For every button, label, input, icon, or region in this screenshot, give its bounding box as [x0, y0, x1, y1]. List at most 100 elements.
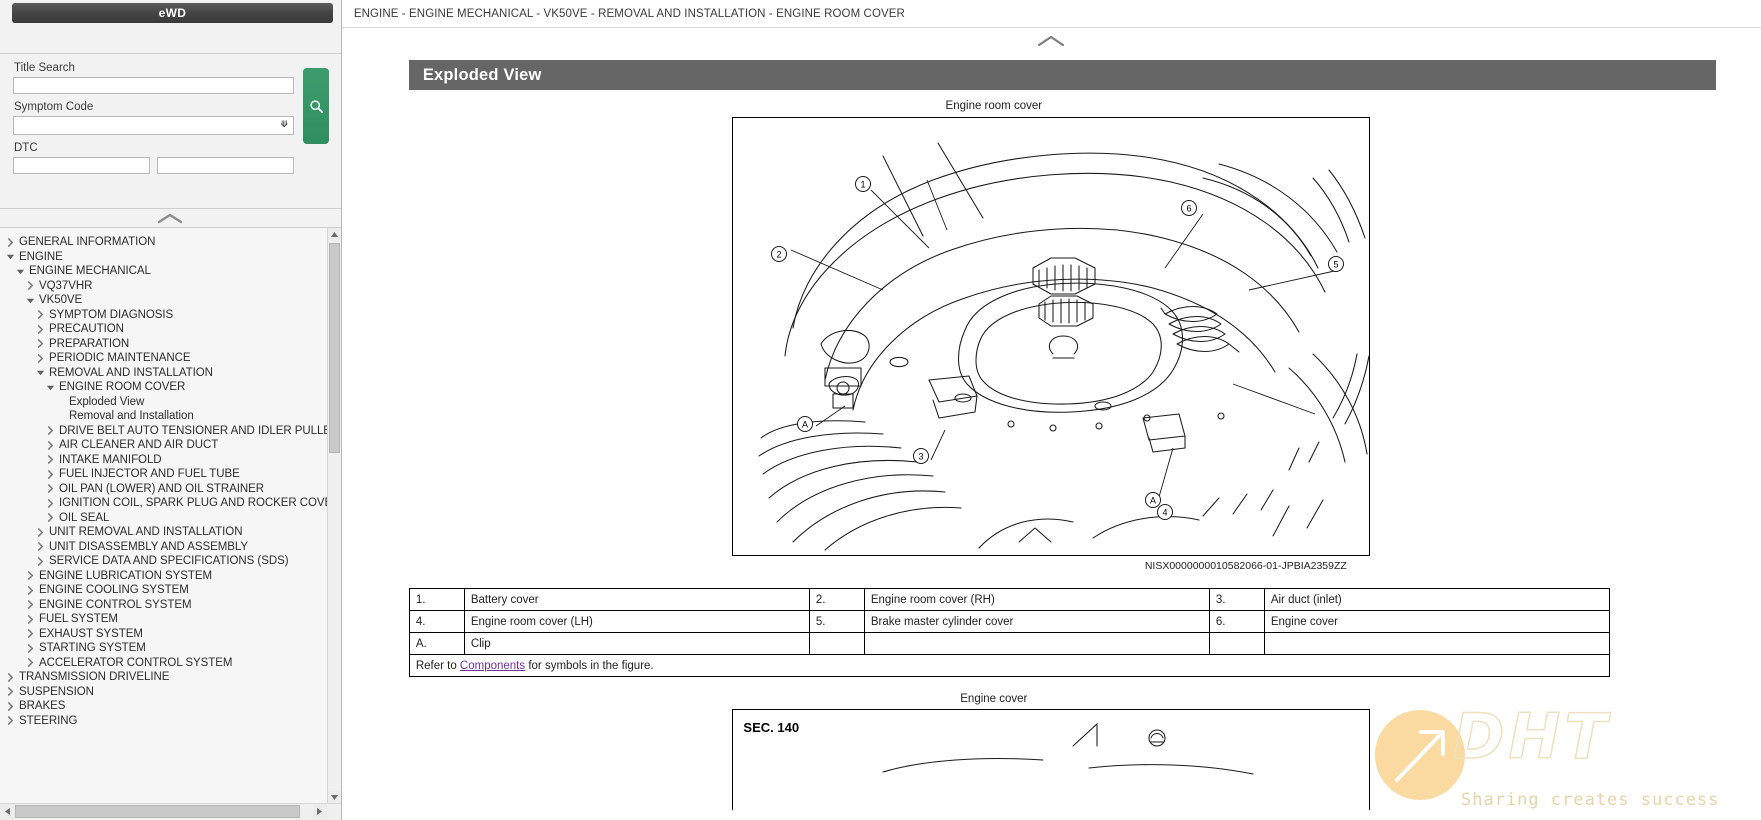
tree-item-removal-and-installation[interactable]: REMOVAL AND INSTALLATION	[0, 366, 327, 381]
chevron-right-icon[interactable]	[24, 585, 37, 595]
chevron-right-icon[interactable]	[4, 237, 17, 247]
collapse-search-button[interactable]	[0, 209, 341, 228]
chevron-right-icon[interactable]	[44, 440, 57, 450]
note-prefix: Refer to	[415, 659, 460, 672]
chevron-right-icon[interactable]	[4, 687, 17, 697]
caret-down-icon[interactable]	[44, 383, 57, 392]
tree-item-service-data-and-specifications-sds[interactable]: SERVICE DATA AND SPECIFICATIONS (SDS)	[0, 554, 327, 569]
tree-item-steering[interactable]: STEERING	[0, 714, 327, 729]
chevron-right-icon[interactable]	[34, 310, 47, 320]
caret-down-icon[interactable]	[4, 252, 17, 261]
chevron-right-icon[interactable]	[44, 498, 57, 508]
chevron-right-icon[interactable]	[44, 484, 57, 494]
caret-down-icon[interactable]	[34, 368, 47, 377]
chevron-right-icon[interactable]	[44, 469, 57, 479]
figure-code: NISX0000000010582066-01-JPBIA2359ZZ	[1144, 560, 1347, 572]
tree-item-engine-control-system[interactable]: ENGINE CONTROL SYSTEM	[0, 598, 327, 613]
part-name-cell	[863, 632, 1210, 655]
collapse-content-button[interactable]	[342, 28, 1761, 54]
tree-item-periodic-maintenance[interactable]: PERIODIC MAINTENANCE	[0, 351, 327, 366]
chevron-right-icon[interactable]	[34, 556, 47, 566]
tree-scroll-thumb[interactable]	[328, 243, 340, 453]
tree-item-removal-and-installation[interactable]: Removal and Installation	[0, 409, 327, 424]
tree-item-vk50ve[interactable]: VK50VE	[0, 293, 327, 308]
tree-item-exhaust-system[interactable]: EXHAUST SYSTEM	[0, 627, 327, 642]
tree-item-unit-removal-and-installation[interactable]: UNIT REMOVAL AND INSTALLATION	[0, 525, 327, 540]
tree-vertical-scrollbar[interactable]	[326, 228, 341, 804]
tree-item-unit-disassembly-and-assembly[interactable]: UNIT DISASSEMBLY AND ASSEMBLY	[0, 540, 327, 555]
chevron-right-icon[interactable]	[24, 658, 37, 668]
tree-item-exploded-view[interactable]: Exploded View	[0, 395, 327, 410]
chevron-right-icon[interactable]	[34, 339, 47, 349]
chevron-right-icon[interactable]	[34, 542, 47, 552]
chevron-right-icon[interactable]	[4, 701, 17, 711]
chevron-right-icon[interactable]	[24, 614, 37, 624]
chevron-right-icon[interactable]	[24, 600, 37, 610]
tree-item-label: EXHAUST SYSTEM	[39, 627, 143, 640]
scrollbar-corner	[327, 804, 341, 820]
navigation-tree[interactable]: GENERAL INFORMATION ENGINE ENGINE MECHANIC…	[0, 235, 327, 804]
part-name-cell: Engine room cover (RH)	[863, 588, 1210, 611]
chevron-right-icon[interactable]	[4, 716, 17, 726]
tree-item-vq37vhr[interactable]: VQ37VHR	[0, 279, 327, 294]
caret-down-icon[interactable]	[24, 296, 37, 305]
chevron-right-icon[interactable]	[24, 571, 37, 581]
tree-item-oil-seal[interactable]: OIL SEAL	[0, 511, 327, 526]
tree-item-precaution[interactable]: PRECAUTION	[0, 322, 327, 337]
tree-item-air-cleaner-and-air-duct[interactable]: AIR CLEANER AND AIR DUCT	[0, 438, 327, 453]
tree-item-engine-room-cover[interactable]: ENGINE ROOM COVER	[0, 380, 327, 395]
tree-item-intake-manifold[interactable]: INTAKE MANIFOLD	[0, 453, 327, 468]
dtc-input-2[interactable]	[157, 157, 294, 174]
search-button[interactable]	[303, 68, 329, 144]
ewd-title-bar[interactable]: eWD	[12, 3, 333, 23]
tree-item-engine-lubrication-system[interactable]: ENGINE LUBRICATION SYSTEM	[0, 569, 327, 584]
svg-text:2: 2	[777, 250, 782, 260]
chevron-right-icon[interactable]	[44, 513, 57, 523]
symptom-code-select[interactable]	[13, 116, 294, 135]
tree-item-fuel-injector-and-fuel-tube[interactable]: FUEL INJECTOR AND FUEL TUBE	[0, 467, 327, 482]
chevron-right-icon[interactable]	[24, 629, 37, 639]
tree-item-drive-belt-auto-tensioner-and-idler-pulle[interactable]: DRIVE BELT AUTO TENSIONER AND IDLER PULL…	[0, 424, 327, 439]
tree-item-symptom-diagnosis[interactable]: SYMPTOM DIAGNOSIS	[0, 308, 327, 323]
tree-item-engine-cooling-system[interactable]: ENGINE COOLING SYSTEM	[0, 583, 327, 598]
chevron-right-icon[interactable]	[34, 353, 47, 363]
chevron-right-icon[interactable]	[4, 672, 17, 682]
tree-item-label: SERVICE DATA AND SPECIFICATIONS (SDS)	[49, 555, 289, 568]
chevron-right-icon[interactable]	[24, 643, 37, 653]
tree-item-preparation[interactable]: PREPARATION	[0, 337, 327, 352]
title-search-input[interactable]	[13, 77, 294, 94]
scroll-up-button[interactable]	[327, 228, 341, 241]
tree-item-label: ENGINE ROOM COVER	[59, 381, 186, 394]
tree-item-general-information[interactable]: GENERAL INFORMATION	[0, 235, 327, 250]
document-body: Exploded View Engine room cover 1 2 3 4 …	[342, 60, 1761, 810]
tree-item-accelerator-control-system[interactable]: ACCELERATOR CONTROL SYSTEM	[0, 656, 327, 671]
content-panel: ENGINE - ENGINE MECHANICAL - VK50VE - RE…	[341, 0, 1761, 820]
part-name-cell: Battery cover	[463, 588, 810, 611]
dtc-input-1[interactable]	[13, 157, 150, 174]
caret-down-icon[interactable]	[14, 267, 27, 276]
tree-item-ignition-coil-spark-plug-and-rocker-cove[interactable]: IGNITION COIL, SPARK PLUG AND ROCKER COV…	[0, 496, 327, 511]
tree-item-engine[interactable]: ENGINE	[0, 250, 327, 265]
tree-item-oil-pan-lower-and-oil-strainer[interactable]: OIL PAN (LOWER) AND OIL STRAINER	[0, 482, 327, 497]
chevron-right-icon[interactable]	[34, 527, 47, 537]
tree-horizontal-scrollbar[interactable]	[0, 803, 341, 820]
tree-item-suspension[interactable]: SUSPENSION	[0, 685, 327, 700]
part-name-cell: Engine room cover (LH)	[463, 610, 810, 633]
tree-hscroll-thumb[interactable]	[15, 805, 300, 818]
tree-item-fuel-system[interactable]: FUEL SYSTEM	[0, 612, 327, 627]
breadcrumb-text: ENGINE - ENGINE MECHANICAL - VK50VE - RE…	[353, 7, 905, 20]
chevron-right-icon[interactable]	[24, 281, 37, 291]
note-suffix: for symbols in the figure.	[525, 659, 654, 672]
tree-item-transmission-driveline[interactable]: TRANSMISSION DRIVELINE	[0, 670, 327, 685]
svg-text:1: 1	[861, 180, 866, 190]
components-link[interactable]: Components	[460, 660, 525, 672]
chevron-right-icon[interactable]	[44, 455, 57, 465]
tree-item-brakes[interactable]: BRAKES	[0, 699, 327, 714]
tree-item-starting-system[interactable]: STARTING SYSTEM	[0, 641, 327, 656]
chevron-right-icon[interactable]	[44, 426, 57, 436]
tree-item-engine-mechanical[interactable]: ENGINE MECHANICAL	[0, 264, 327, 279]
scroll-left-button[interactable]	[0, 804, 14, 819]
tree-item-label: PREPARATION	[49, 337, 130, 350]
chevron-right-icon[interactable]	[34, 324, 47, 334]
scroll-right-button[interactable]	[312, 804, 327, 819]
